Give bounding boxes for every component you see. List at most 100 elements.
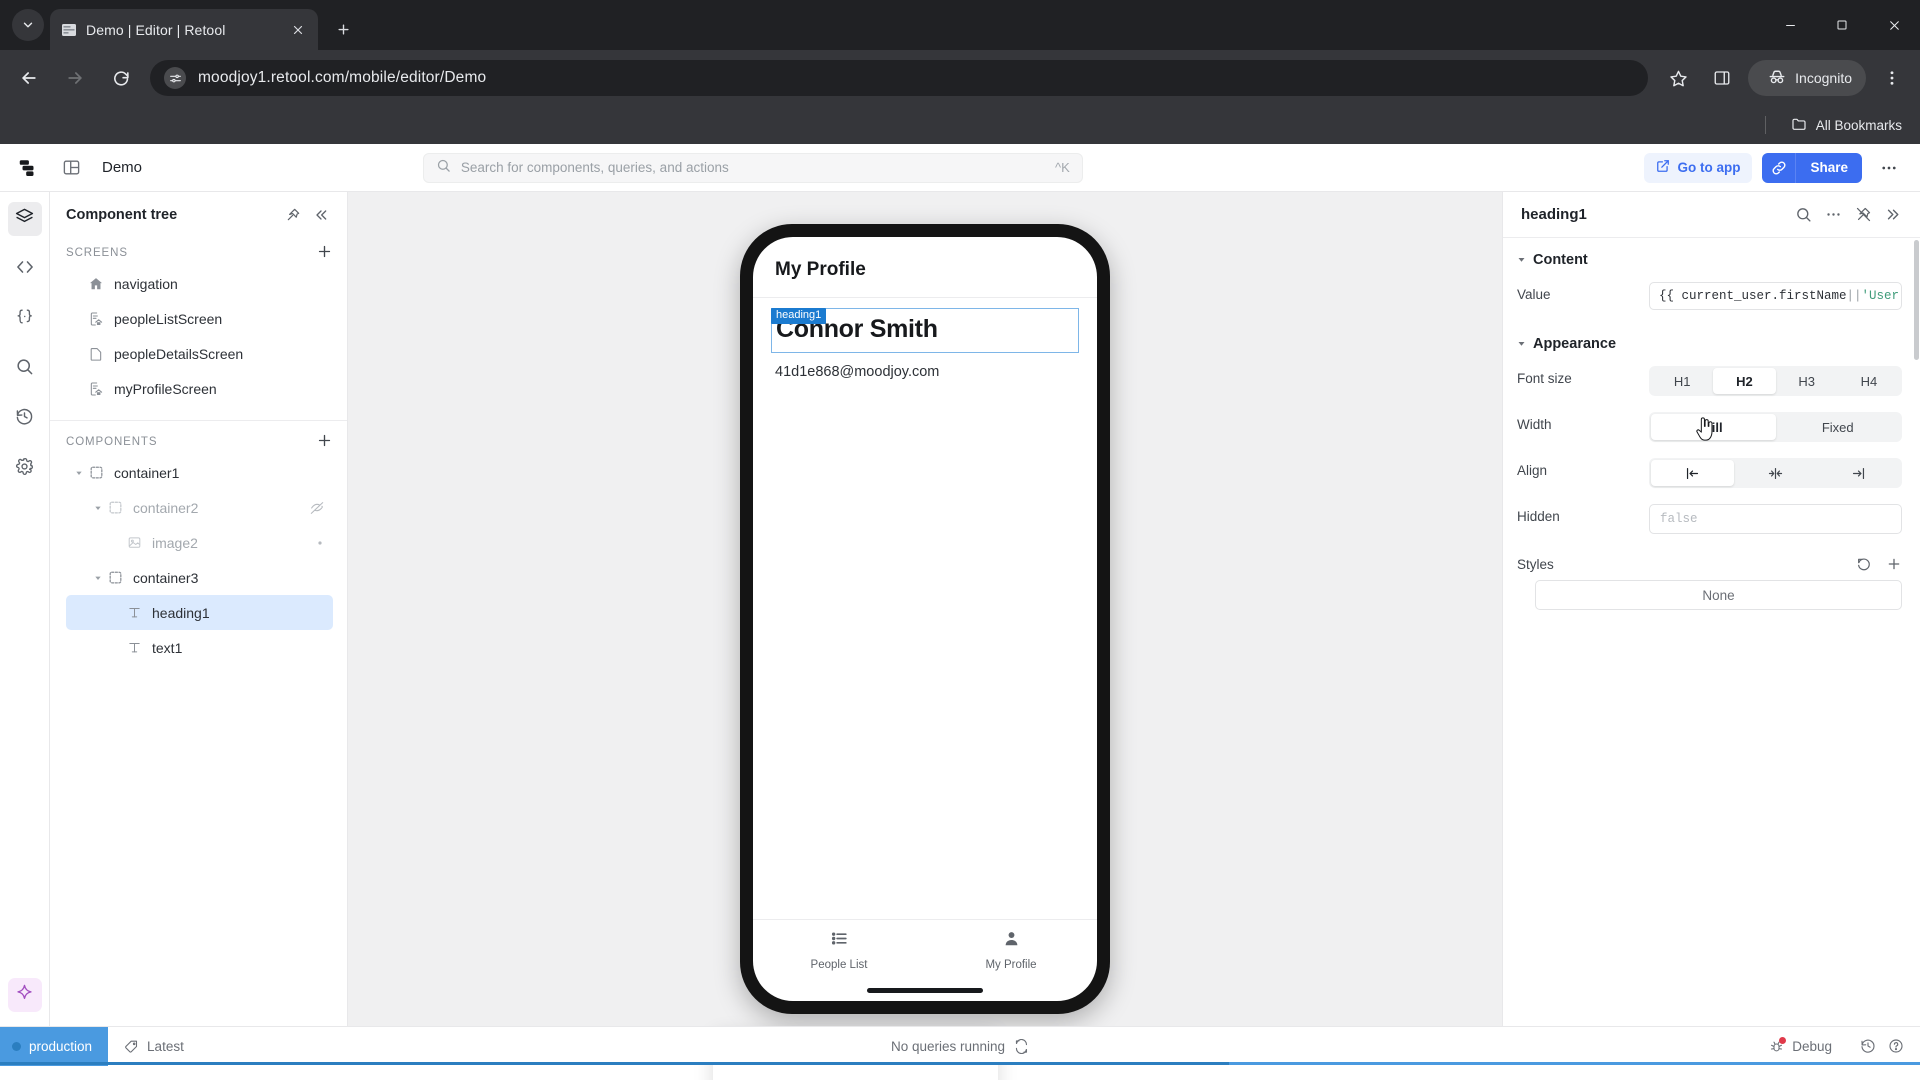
refresh-icon[interactable] xyxy=(1014,1038,1029,1054)
heading1-component[interactable]: Connor Smith heading1 xyxy=(771,308,1079,353)
align-center-icon[interactable] xyxy=(1734,460,1817,486)
window-close-icon[interactable] xyxy=(1868,2,1920,48)
search-icon xyxy=(15,357,34,381)
chevron-down-icon[interactable] xyxy=(91,504,105,512)
maximize-icon[interactable] xyxy=(1816,2,1868,48)
external-link-icon xyxy=(1656,159,1677,176)
components-label: COMPONENTS xyxy=(66,436,158,448)
share-button[interactable]: Share xyxy=(1796,152,1862,183)
mobile-tab-my-profile[interactable]: My Profile xyxy=(925,929,1097,971)
back-arrow-icon[interactable] xyxy=(9,58,49,98)
align-left-icon[interactable] xyxy=(1651,460,1734,486)
mobile-tab-people-list[interactable]: People List xyxy=(753,929,925,971)
template-item-inventory-management[interactable]: Inventory management xyxy=(733,1074,978,1080)
incognito-indicator[interactable]: Incognito xyxy=(1748,60,1866,96)
debug-button[interactable]: Debug xyxy=(1769,1036,1832,1054)
appearance-group-header[interactable]: Appearance xyxy=(1517,336,1902,352)
sidebar-item-navigation[interactable]: navigation xyxy=(66,266,333,301)
tab-search-button[interactable] xyxy=(12,9,44,41)
chevron-down-icon[interactable] xyxy=(72,469,86,477)
close-icon[interactable] xyxy=(288,20,308,40)
go-to-app-button[interactable]: Go to app xyxy=(1644,152,1753,183)
star-icon[interactable] xyxy=(1660,60,1696,96)
text1-component[interactable]: 41d1e868@moodjoy.com xyxy=(771,364,1079,380)
width-option-fill[interactable]: Fill xyxy=(1651,414,1776,440)
three-dot-menu-icon[interactable] xyxy=(1874,60,1910,96)
unpin-icon[interactable] xyxy=(1850,202,1876,228)
all-bookmarks-button[interactable]: All Bookmarks xyxy=(1782,116,1902,135)
rail-item-state[interactable] xyxy=(8,302,42,336)
pin-icon[interactable] xyxy=(281,203,305,227)
link-icon[interactable] xyxy=(1762,152,1797,183)
reload-icon[interactable] xyxy=(101,58,141,98)
double-chevron-left-icon[interactable] xyxy=(309,203,333,227)
three-dot-menu-icon[interactable] xyxy=(1872,153,1906,183)
sidebar-item-label: myProfileScreen xyxy=(114,380,217,397)
sidebar-item-myProfileScreen[interactable]: myProfileScreen xyxy=(66,371,333,406)
minimize-icon[interactable] xyxy=(1764,2,1816,48)
rail-item-code[interactable] xyxy=(8,252,42,286)
content-group-header[interactable]: Content xyxy=(1517,252,1902,268)
plus-icon[interactable] xyxy=(1886,556,1902,572)
align-right-icon[interactable] xyxy=(1817,460,1900,486)
dot-icon[interactable] xyxy=(315,538,325,548)
search-icon xyxy=(436,158,451,178)
retool-logo-icon[interactable] xyxy=(14,154,42,182)
header-actions: Go to app Share xyxy=(1644,152,1906,183)
rail-item-layers[interactable] xyxy=(7,202,42,236)
side-panel-icon[interactable] xyxy=(1704,60,1740,96)
tree-item-container2[interactable]: container2 xyxy=(66,490,333,525)
tree-item-container3[interactable]: container3 xyxy=(66,560,333,595)
hidden-input[interactable]: false xyxy=(1649,504,1902,534)
hidden-field: Hidden false xyxy=(1517,504,1902,534)
address-bar[interactable]: moodjoy1.retool.com/mobile/editor/Demo xyxy=(150,60,1649,96)
styles-value[interactable]: None xyxy=(1535,580,1902,610)
curly-braces-icon xyxy=(15,307,34,331)
history-clock-icon[interactable] xyxy=(1860,1038,1876,1054)
environment-selector[interactable]: production xyxy=(0,1026,109,1066)
release-selector[interactable]: Latest xyxy=(124,1039,184,1054)
help-circle-icon[interactable] xyxy=(1888,1038,1904,1054)
align-label: Align xyxy=(1517,463,1548,478)
font-size-option-h2[interactable]: H2 xyxy=(1713,368,1776,394)
value-code-string: 'User' xyxy=(1861,289,1901,303)
search-input[interactable]: Search for components, queries, and acti… xyxy=(422,152,1083,183)
mobile-preview-screen: My Profile Connor Smith heading1 41d1e86… xyxy=(753,237,1097,1001)
plus-icon[interactable] xyxy=(316,432,333,452)
rail-item-settings[interactable] xyxy=(8,452,42,486)
double-chevron-right-icon[interactable] xyxy=(1880,202,1906,228)
address-bar-url: moodjoy1.retool.com/mobile/editor/Demo xyxy=(198,69,487,86)
font-size-option-h1[interactable]: H1 xyxy=(1651,368,1713,394)
plus-icon[interactable] xyxy=(316,243,333,263)
environment-label: production xyxy=(29,1038,93,1054)
inspector-scrollbar[interactable] xyxy=(1914,240,1919,360)
ai-assistant-button[interactable] xyxy=(7,978,42,1012)
sidebar-item-peopleListScreen[interactable]: peopleListScreen xyxy=(66,301,333,336)
rail-item-search[interactable] xyxy=(8,352,42,386)
layout-panel-icon[interactable] xyxy=(56,153,86,183)
reset-icon[interactable] xyxy=(1856,556,1872,572)
list-icon xyxy=(830,929,849,953)
tree-item-text1[interactable]: text1 xyxy=(66,630,333,665)
mobile-tab-label: My Profile xyxy=(985,958,1037,971)
component-tree-title: Component tree xyxy=(66,207,178,223)
three-dot-menu-icon[interactable] xyxy=(1820,202,1846,228)
font-size-option-h4[interactable]: H4 xyxy=(1838,368,1900,394)
width-option-fixed[interactable]: Fixed xyxy=(1776,414,1901,440)
browser-tab[interactable]: Demo | Editor | Retool xyxy=(50,9,318,50)
bug-icon xyxy=(1769,1036,1787,1054)
tree-item-heading1[interactable]: heading1 xyxy=(66,595,333,630)
rail-item-history[interactable] xyxy=(8,402,42,436)
editor-canvas[interactable]: My Profile Connor Smith heading1 41d1e86… xyxy=(348,192,1502,1080)
new-tab-button[interactable] xyxy=(328,14,358,44)
tree-item-image2[interactable]: image2 xyxy=(66,525,333,560)
page-settings-icon[interactable] xyxy=(164,67,186,89)
font-size-option-h3[interactable]: H3 xyxy=(1776,368,1838,394)
tree-item-container1[interactable]: container1 xyxy=(66,455,333,490)
eye-off-icon[interactable] xyxy=(309,500,325,516)
sidebar-item-peopleDetailsScreen[interactable]: peopleDetailsScreen xyxy=(66,336,333,371)
value-input[interactable]: {{ current_user.firstName || 'User' }} xyxy=(1649,282,1902,310)
page-title[interactable]: Demo xyxy=(102,159,142,176)
chevron-down-icon[interactable] xyxy=(91,574,105,582)
search-icon[interactable] xyxy=(1790,202,1816,228)
